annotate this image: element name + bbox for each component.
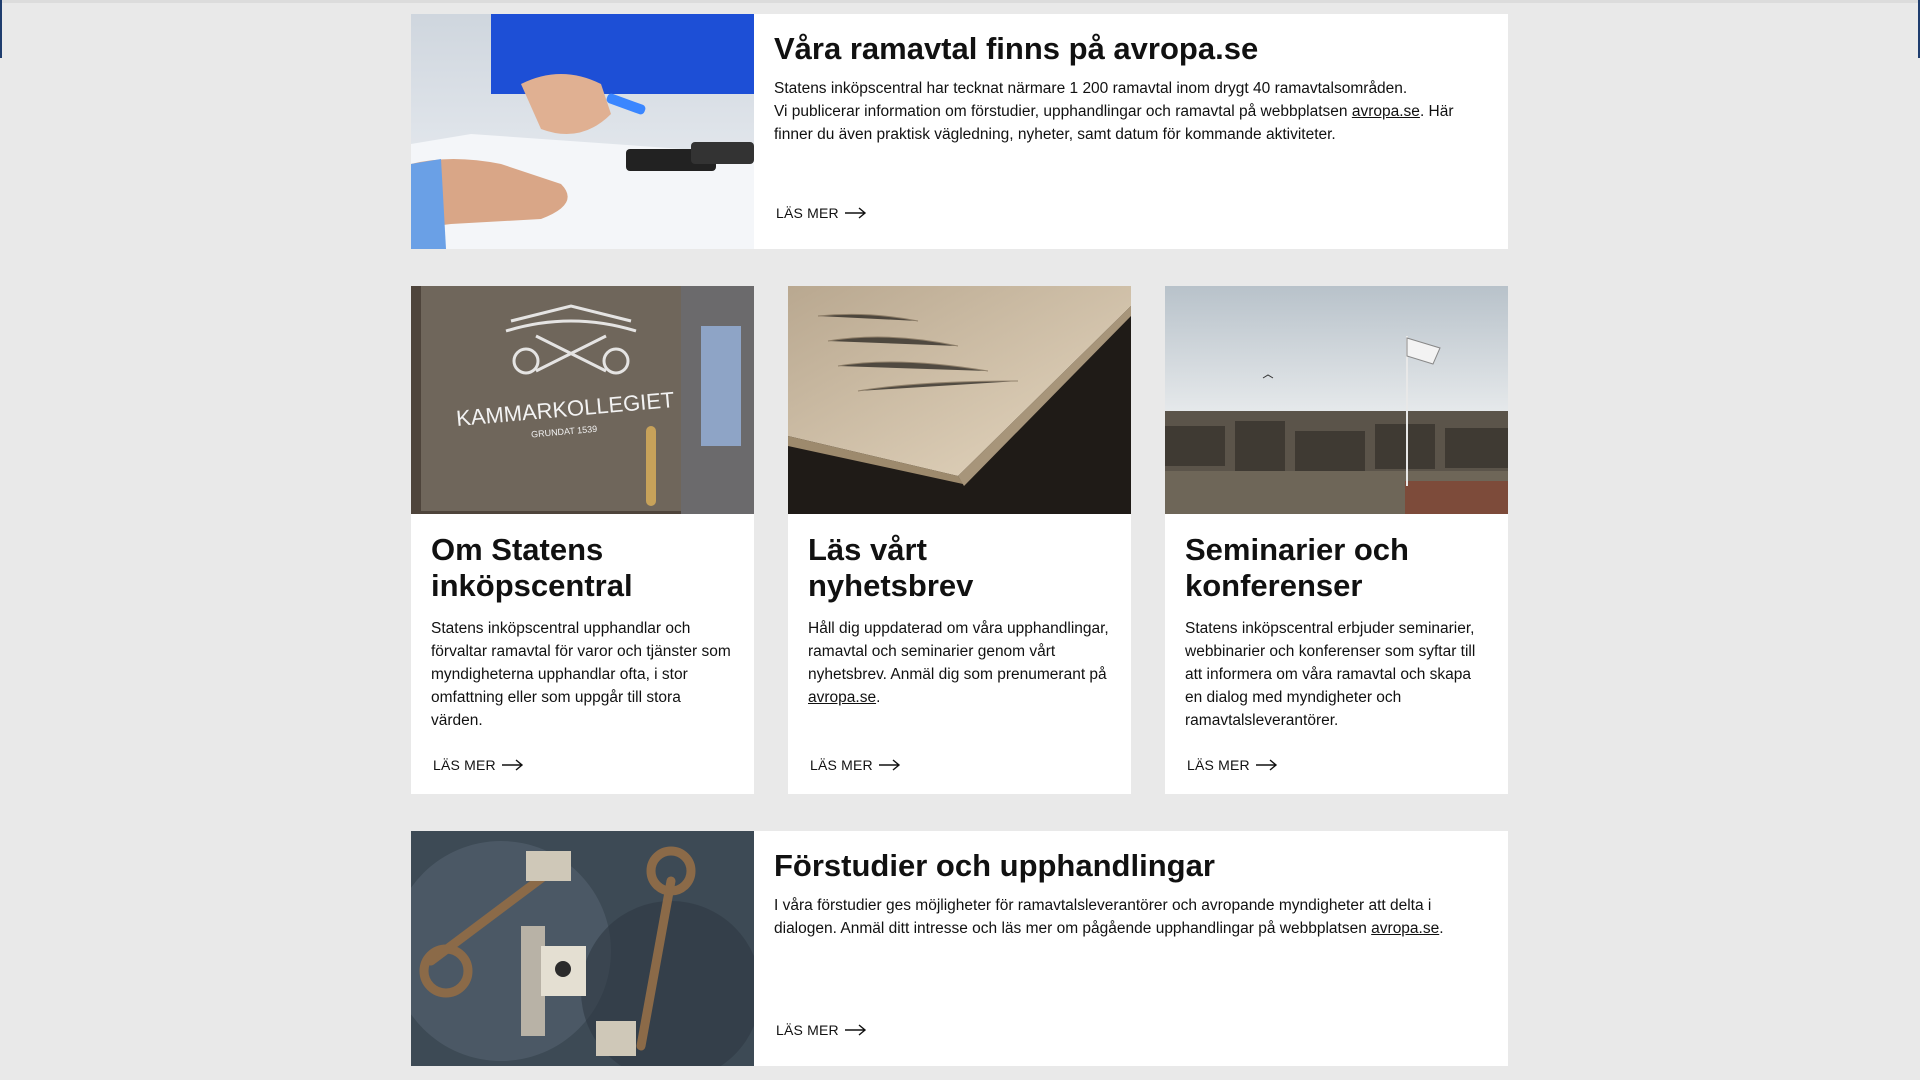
- card-grid: KAMMARKOLLEGIET GRUNDAT 1539 Om Statens …: [411, 286, 1508, 794]
- arrow-right-icon: [1255, 759, 1277, 771]
- card-nyhetsbrev-text-a: Håll dig uppdaterad om våra upphandlinga…: [808, 620, 1109, 683]
- card-nyhetsbrev-title: Läs vårt nyhetsbrev: [808, 532, 974, 603]
- card-avropa-line1: Statens inköpscentral har tecknat närmar…: [774, 80, 1408, 97]
- readmore-label: LÄS MER: [433, 757, 496, 773]
- card-om-image: KAMMARKOLLEGIET GRUNDAT 1539: [411, 286, 754, 514]
- card-forstudier: Förstudier och upphandlingar I våra förs…: [411, 831, 1508, 1066]
- card-seminarier-text: Statens inköpscentral erbjuder seminarie…: [1185, 620, 1476, 729]
- card-om-body: Om Statens inköpscentral Statens inköpsc…: [411, 514, 754, 732]
- readmore-label: LÄS MER: [776, 205, 839, 221]
- avropa-link[interactable]: avropa.se: [808, 689, 876, 706]
- card-nyhetsbrev-image: [788, 286, 1131, 514]
- readmore-label: LÄS MER: [1187, 757, 1250, 773]
- card-nyhetsbrev-text-b: .: [876, 689, 881, 706]
- card-forstudier-text-a: I våra förstudier ges möjligheter för ra…: [774, 897, 1432, 937]
- card-avropa: Våra ramavtal finns på avropa.se Statens…: [411, 14, 1508, 249]
- avropa-link[interactable]: avropa.se: [1371, 920, 1439, 937]
- window-edge: [0, 0, 2, 58]
- card-forstudier-image: [411, 831, 754, 1066]
- card-om-text: Statens inköpscentral upphandlar och för…: [431, 620, 731, 729]
- content-container: Våra ramavtal finns på avropa.se Statens…: [411, 14, 1508, 1066]
- readmore-label: LÄS MER: [810, 757, 873, 773]
- arrow-right-icon: [501, 759, 523, 771]
- card-om: KAMMARKOLLEGIET GRUNDAT 1539 Om Statens …: [411, 286, 754, 794]
- card-forstudier-body: Förstudier och upphandlingar I våra förs…: [754, 831, 1508, 1066]
- arrow-right-icon: [844, 207, 866, 219]
- arrow-right-icon: [844, 1024, 866, 1036]
- card-forstudier-title: Förstudier och upphandlingar: [774, 848, 1215, 883]
- avropa-link[interactable]: avropa.se: [1352, 103, 1420, 120]
- readmore-label: LÄS MER: [776, 1022, 839, 1038]
- card-nyhetsbrev: Läs vårt nyhetsbrev Håll dig uppdaterad …: [788, 286, 1131, 794]
- card-avropa-readmore-link[interactable]: LÄS MER: [776, 205, 867, 221]
- card-avropa-image: [411, 14, 754, 249]
- card-avropa-text: Statens inköpscentral har tecknat närmar…: [774, 77, 1488, 146]
- card-avropa-line2a: Vi publicerar information om förstudier,…: [774, 103, 1352, 120]
- card-seminarier-readmore-link[interactable]: LÄS MER: [1187, 757, 1278, 773]
- card-seminarier: Seminarier och konferenser Statens inköp…: [1165, 286, 1508, 794]
- card-nyhetsbrev-readmore-link[interactable]: LÄS MER: [810, 757, 901, 773]
- card-seminarier-image: [1165, 286, 1508, 514]
- card-avropa-title: Våra ramavtal finns på avropa.se: [774, 31, 1259, 66]
- card-seminarier-body: Seminarier och konferenser Statens inköp…: [1165, 514, 1508, 732]
- card-forstudier-readmore-link[interactable]: LÄS MER: [776, 1022, 867, 1038]
- card-seminarier-title: Seminarier och konferenser: [1185, 532, 1409, 603]
- card-nyhetsbrev-text: Håll dig uppdaterad om våra upphandlinga…: [808, 617, 1111, 709]
- arrow-right-icon: [878, 759, 900, 771]
- card-om-readmore-link[interactable]: LÄS MER: [433, 757, 524, 773]
- card-avropa-body: Våra ramavtal finns på avropa.se Statens…: [754, 14, 1508, 249]
- card-forstudier-text-b: .: [1439, 920, 1444, 937]
- card-om-title: Om Statens inköpscentral: [431, 532, 633, 603]
- card-forstudier-text: I våra förstudier ges möjligheter för ra…: [774, 894, 1488, 940]
- top-strip: [0, 0, 1920, 3]
- card-nyhetsbrev-body: Läs vårt nyhetsbrev Håll dig uppdaterad …: [788, 514, 1131, 709]
